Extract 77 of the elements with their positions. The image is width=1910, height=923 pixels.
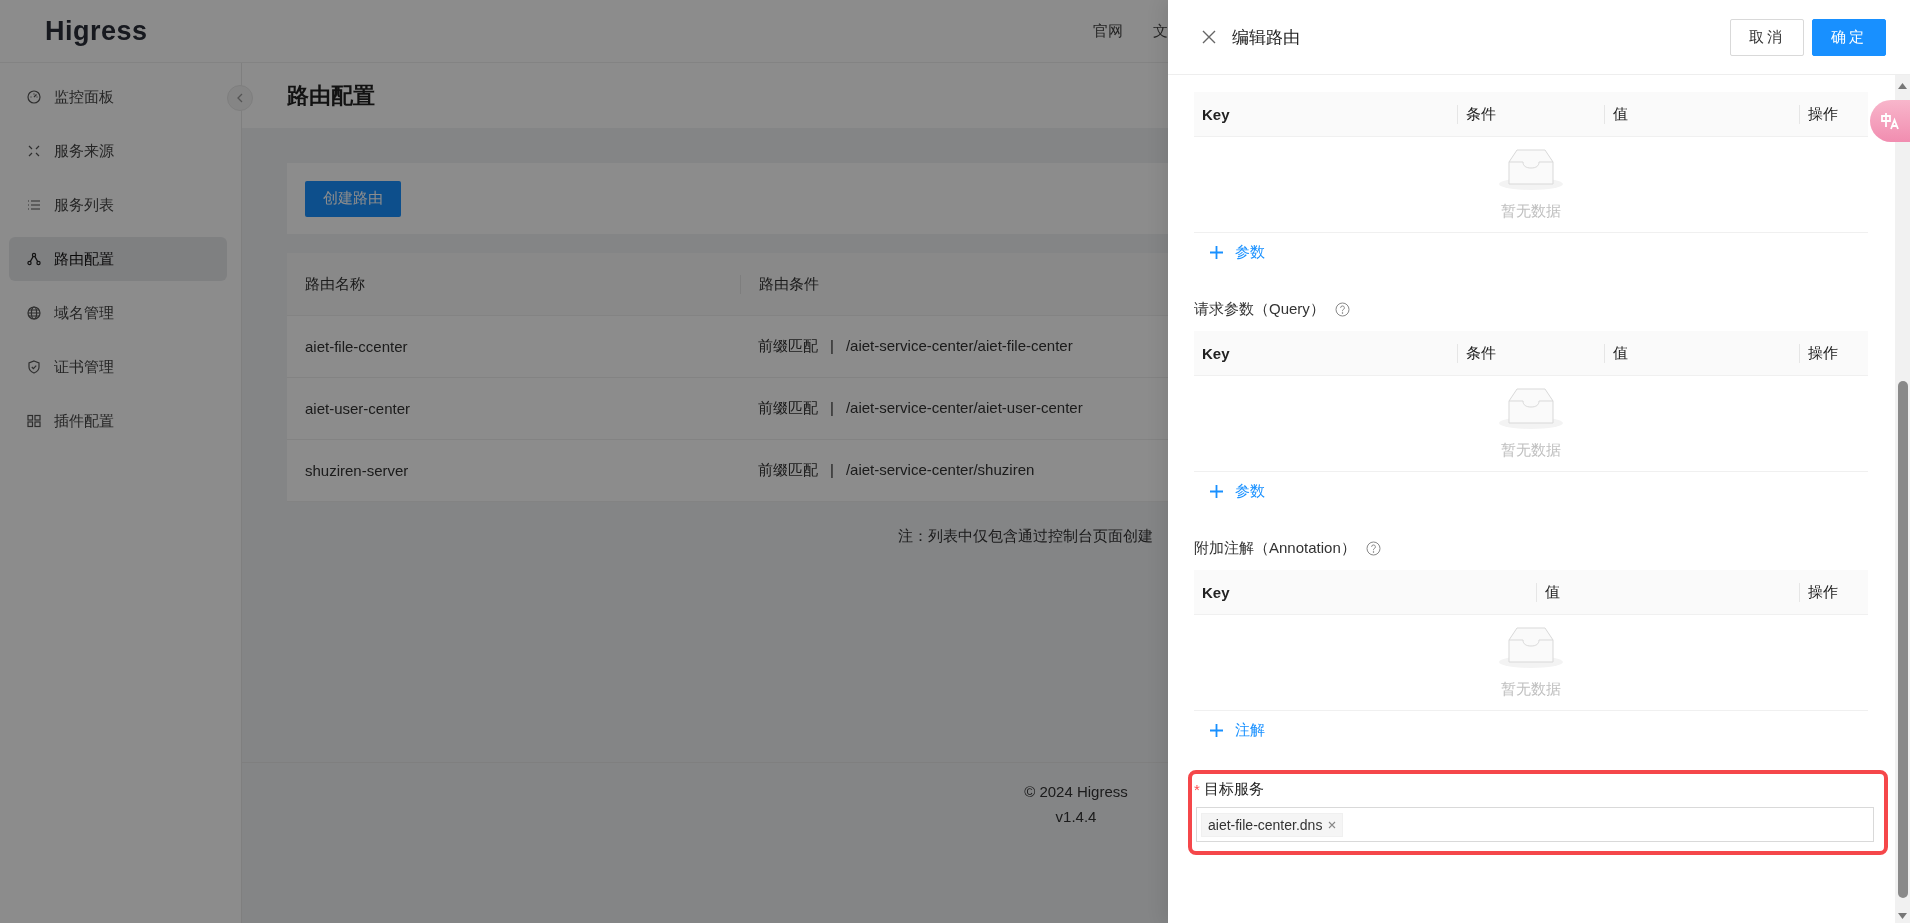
- help-icon[interactable]: [1365, 540, 1381, 556]
- translate-icon: [1880, 111, 1900, 131]
- empty-text: 暂无数据: [1501, 680, 1561, 699]
- copyright-text: © 2024 Higress: [1024, 783, 1128, 800]
- column-header: 值: [1604, 104, 1799, 124]
- nav-link[interactable]: 文: [1153, 21, 1168, 41]
- sidebar-item[interactable]: 服务列表: [9, 183, 227, 227]
- column-header: 条件: [1457, 104, 1604, 124]
- column-header: 操作: [1799, 104, 1868, 124]
- empty-inbox-icon: [1499, 148, 1563, 190]
- sidebar-item[interactable]: 域名管理: [9, 291, 227, 335]
- sidebar-item[interactable]: 证书管理: [9, 345, 227, 389]
- route-path: /aiet-service-center/aiet-user-center: [845, 399, 1083, 418]
- list-icon: [27, 198, 41, 212]
- section-title: 附加注解（Annotation）: [1194, 538, 1356, 558]
- logo: Higress: [45, 15, 148, 47]
- empty-inbox-icon: [1499, 387, 1563, 429]
- note-text: 注：列表中仅包含通过控制台页面创建: [898, 527, 1153, 544]
- service-tag[interactable]: aiet-file-center.dns: [1201, 812, 1344, 837]
- empty-inbox-icon: [1499, 626, 1563, 668]
- scrollbar-thumb[interactable]: [1897, 381, 1908, 898]
- nav-link[interactable]: 官网: [1093, 21, 1123, 41]
- column-header: Key: [1201, 105, 1231, 123]
- globe-icon: [27, 306, 41, 320]
- create-route-button[interactable]: 创建路由: [305, 180, 401, 217]
- sidebar-item[interactable]: 监控面板: [9, 75, 227, 119]
- translate-button[interactable]: [1870, 100, 1910, 142]
- required-mark: *: [1194, 781, 1200, 798]
- route-path: /aiet-service-center/shuziren: [845, 461, 1035, 480]
- separator: |: [829, 399, 835, 418]
- column-header: 操作: [1799, 582, 1868, 602]
- field-label: 目标服务: [1203, 780, 1264, 799]
- page-title: 路由配置: [287, 81, 375, 110]
- drawer-title: 编辑路由: [1232, 26, 1300, 49]
- section-title: 请求参数（Query）: [1194, 299, 1325, 319]
- column-header: 路由名称: [304, 274, 366, 294]
- sidebar-item[interactable]: 插件配置: [9, 399, 227, 443]
- column-header: Key: [1201, 344, 1231, 362]
- scroll-up-icon[interactable]: [1898, 83, 1907, 89]
- column-header: 条件: [1457, 343, 1604, 363]
- column-header: 操作: [1799, 343, 1868, 363]
- shield-icon: [27, 360, 41, 374]
- confirm-button[interactable]: 确定: [1812, 18, 1886, 56]
- table-cell-text: shuziren-server: [304, 462, 410, 479]
- add-button[interactable]: 注解: [1210, 720, 1265, 740]
- plus-icon: [1210, 723, 1223, 737]
- table-cell-text: aiet-user-center: [304, 400, 412, 417]
- chevron-left-icon: [236, 93, 244, 103]
- cancel-button[interactable]: 取消: [1730, 18, 1804, 56]
- empty-text: 暂无数据: [1501, 202, 1561, 221]
- route-path: /aiet-service-center/aiet-file-center: [845, 337, 1073, 356]
- match-type: 前缀匹配: [758, 337, 818, 356]
- column-header: Key: [1201, 583, 1231, 601]
- plus-icon: [1210, 484, 1223, 498]
- separator: |: [829, 461, 835, 480]
- sidebar-item[interactable]: 服务来源: [9, 129, 227, 173]
- grid-icon: [27, 414, 41, 428]
- arrows-icon: [27, 144, 41, 158]
- add-button[interactable]: 参数: [1210, 242, 1265, 262]
- plus-icon: [1210, 245, 1223, 259]
- service-select[interactable]: aiet-file-center.dns: [1196, 807, 1874, 842]
- match-type: 前缀匹配: [758, 461, 818, 480]
- column-header: 值: [1536, 582, 1799, 602]
- match-type: 前缀匹配: [758, 399, 818, 418]
- separator: |: [829, 337, 835, 356]
- dashboard-icon: [27, 90, 41, 104]
- nodes-icon: [27, 252, 41, 266]
- column-header: 值: [1604, 343, 1799, 363]
- empty-text: 暂无数据: [1501, 441, 1561, 460]
- sidebar-item[interactable]: 路由配置: [9, 237, 227, 281]
- close-icon[interactable]: [1202, 30, 1216, 44]
- scroll-down-icon[interactable]: [1898, 913, 1907, 919]
- close-icon[interactable]: [1328, 820, 1337, 829]
- version-text: v1.4.4: [1055, 808, 1097, 825]
- table-cell-text: aiet-file-ccenter: [304, 338, 409, 355]
- help-icon[interactable]: [1334, 301, 1350, 317]
- add-button[interactable]: 参数: [1210, 481, 1265, 501]
